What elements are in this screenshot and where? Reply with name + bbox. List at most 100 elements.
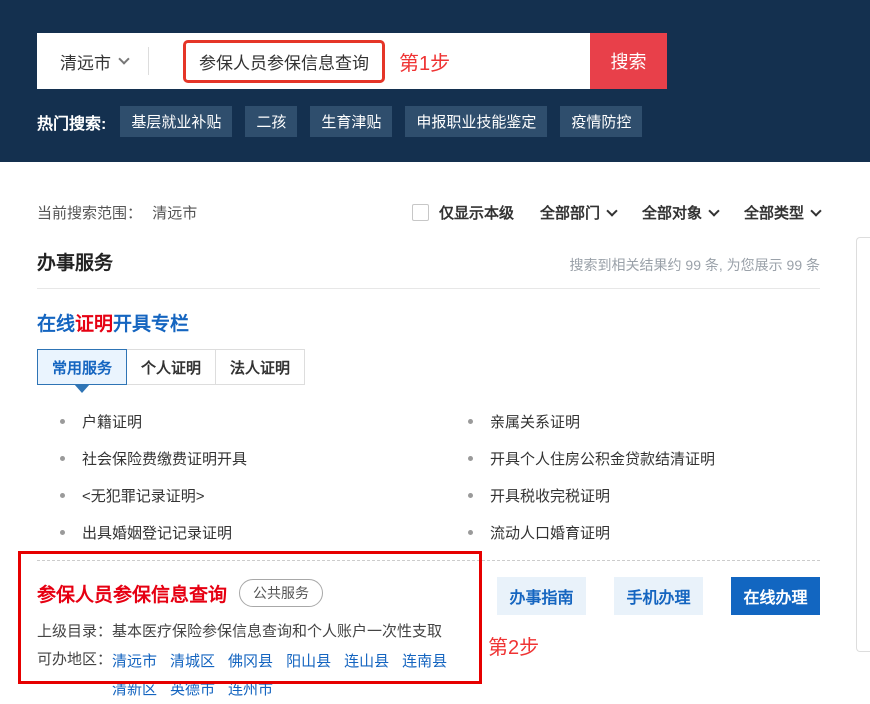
regions-label: 可办地区： [37, 648, 112, 704]
region-link[interactable]: 连山县 [344, 648, 389, 676]
cert-title-part: 在线 [37, 314, 75, 335]
region-link[interactable]: 清城区 [170, 648, 215, 676]
region-link[interactable]: 清新区 [112, 676, 157, 704]
main-content: 当前搜索范围： 清远市 仅显示本级 全部部门 全部对象 全部类型 办事服务 搜索 [0, 202, 870, 690]
bullet-icon [468, 493, 473, 498]
active-tab-pointer [74, 384, 90, 393]
tab-label: 常用服务 [52, 357, 112, 378]
cert-service-lists: 户籍证明 社会保险费缴费证明开具 <无犯罪记录证明> 出具婚姻登记记录证明 亲属… [37, 403, 820, 551]
type-dropdown[interactable]: 全部类型 [744, 202, 820, 223]
service-column-right: 亲属关系证明 开具个人住房公积金贷款结清证明 开具税收完税证明 流动人口婚育证明 [445, 403, 820, 551]
only-current-level-label: 仅显示本级 [439, 202, 514, 223]
bullet-icon [60, 419, 65, 424]
parent-directory-row: 上级目录： 基本医疗保险参保信息查询和个人账户一次性支取 [37, 620, 482, 641]
guide-button[interactable]: 办事指南 [497, 577, 586, 615]
results-count: 搜索到相关结果约 99 条, 为您展示 99 条 [570, 255, 820, 275]
list-item[interactable]: 出具婚姻登记记录证明 [37, 514, 445, 551]
dashed-separator [37, 560, 820, 561]
parent-directory-value: 基本医疗保险参保信息查询和个人账户一次性支取 [112, 620, 442, 641]
list-item[interactable]: 流动人口婚育证明 [445, 514, 820, 551]
hot-tag[interactable]: 基层就业补贴 [120, 106, 232, 137]
service-column-left: 户籍证明 社会保险费缴费证明开具 <无犯罪记录证明> 出具婚姻登记记录证明 [37, 403, 445, 551]
service-link: 出具婚姻登记记录证明 [82, 522, 232, 543]
list-item[interactable]: <无犯罪记录证明> [37, 477, 445, 514]
section-divider [37, 288, 820, 289]
parent-directory-label: 上级目录： [37, 620, 112, 641]
bullet-icon [60, 456, 65, 461]
tab-label: 个人证明 [141, 357, 201, 378]
region-link[interactable]: 连南县 [402, 648, 447, 676]
step2-annotation: 第2步 [488, 631, 820, 660]
scope-label: 当前搜索范围： [37, 205, 142, 222]
service-link: 开具税收完税证明 [490, 485, 610, 506]
chevron-down-icon [118, 53, 129, 64]
list-item[interactable]: 社会保险费缴费证明开具 [37, 440, 445, 477]
hot-search-row: 热门搜索: 基层就业补贴 二孩 生育津贴 申报职业技能鉴定 疫情防控 [37, 106, 870, 137]
cert-tabs: 常用服务 个人证明 法人证明 [37, 349, 820, 385]
action-buttons: 办事指南 手机办理 在线办理 [497, 577, 820, 615]
service-link: <无犯罪记录证明> [82, 485, 205, 506]
result-item-info: 参保人员参保信息查询 公共服务 上级目录： 基本医疗保险参保信息查询和个人账户一… [37, 551, 482, 704]
tab-common-services[interactable]: 常用服务 [37, 349, 127, 385]
search-row: 清远市 参保人员参保信息查询 第1步 搜索 [37, 33, 667, 89]
online-handle-button[interactable]: 在线办理 [731, 577, 820, 615]
search-bar: 清远市 参保人员参保信息查询 第1步 [37, 33, 590, 89]
section-title: 办事服务 [37, 248, 113, 275]
side-panel-edge [856, 237, 870, 652]
bullet-icon [468, 456, 473, 461]
result-title-link[interactable]: 参保人员参保信息查询 [37, 580, 227, 607]
checkbox[interactable] [412, 204, 429, 221]
department-dropdown-label: 全部部门 [540, 202, 600, 223]
filter-row: 当前搜索范围： 清远市 仅显示本级 全部部门 全部对象 全部类型 [37, 202, 820, 223]
result-item-section: 参保人员参保信息查询 公共服务 上级目录： 基本医疗保险参保信息查询和个人账户一… [37, 551, 820, 690]
cert-title-part: 开具专栏 [113, 314, 189, 335]
hot-tag[interactable]: 申报职业技能鉴定 [405, 106, 547, 137]
tab-legal-certs[interactable]: 法人证明 [215, 349, 305, 385]
service-link: 社会保险费缴费证明开具 [82, 448, 247, 469]
query-annotation-box: 参保人员参保信息查询 [183, 40, 385, 83]
mobile-handle-button[interactable]: 手机办理 [614, 577, 703, 615]
service-link: 流动人口婚育证明 [490, 522, 610, 543]
cert-column-title: 在线证明开具专栏 [37, 309, 820, 336]
search-input[interactable]: 参保人员参保信息查询 第1步 [149, 40, 590, 83]
available-regions-row: 可办地区： 清远市 清城区 佛冈县 阳山县 连山县 连南县 清新区 英德市 连州… [37, 648, 482, 704]
status-badge: 公共服务 [239, 579, 323, 607]
list-item[interactable]: 开具个人住房公积金贷款结清证明 [445, 440, 820, 477]
region-select-value: 清远市 [60, 49, 111, 74]
region-link[interactable]: 英德市 [170, 676, 215, 704]
search-scope: 当前搜索范围： 清远市 [37, 202, 197, 223]
region-select[interactable]: 清远市 [37, 49, 148, 74]
service-link: 亲属关系证明 [490, 411, 580, 432]
hot-search-tags: 基层就业补贴 二孩 生育津贴 申报职业技能鉴定 疫情防控 [120, 106, 642, 137]
bullet-icon [468, 419, 473, 424]
list-item[interactable]: 开具税收完税证明 [445, 477, 820, 514]
only-current-level-toggle[interactable]: 仅显示本级 [412, 202, 514, 223]
tab-personal-certs[interactable]: 个人证明 [126, 349, 216, 385]
result-title-row: 参保人员参保信息查询 公共服务 [37, 579, 482, 607]
bullet-icon [468, 530, 473, 535]
site-header: 清远市 参保人员参保信息查询 第1步 搜索 热门搜索: 基层就业补贴 二孩 生育… [0, 0, 870, 162]
type-dropdown-label: 全部类型 [744, 202, 804, 223]
search-button[interactable]: 搜索 [590, 33, 667, 89]
bullet-icon [60, 530, 65, 535]
filter-controls: 仅显示本级 全部部门 全部对象 全部类型 [412, 202, 820, 223]
service-link: 开具个人住房公积金贷款结清证明 [490, 448, 715, 469]
hot-tag[interactable]: 生育津贴 [310, 106, 392, 137]
list-item[interactable]: 亲属关系证明 [445, 403, 820, 440]
region-link[interactable]: 阳山县 [286, 648, 331, 676]
region-link[interactable]: 连州市 [228, 676, 273, 704]
cert-title-part-highlight: 证明 [75, 314, 113, 335]
step1-annotation: 第1步 [399, 47, 450, 76]
object-dropdown[interactable]: 全部对象 [642, 202, 718, 223]
tab-label: 法人证明 [230, 357, 290, 378]
hot-tag[interactable]: 二孩 [245, 106, 297, 137]
region-link[interactable]: 佛冈县 [228, 648, 273, 676]
list-item[interactable]: 户籍证明 [37, 403, 445, 440]
hot-search-label: 热门搜索: [37, 110, 106, 134]
hot-tag[interactable]: 疫情防控 [560, 106, 642, 137]
scope-value: 清远市 [152, 205, 197, 222]
object-dropdown-label: 全部对象 [642, 202, 702, 223]
chevron-down-icon [606, 205, 617, 216]
department-dropdown[interactable]: 全部部门 [540, 202, 616, 223]
region-link[interactable]: 清远市 [112, 648, 157, 676]
